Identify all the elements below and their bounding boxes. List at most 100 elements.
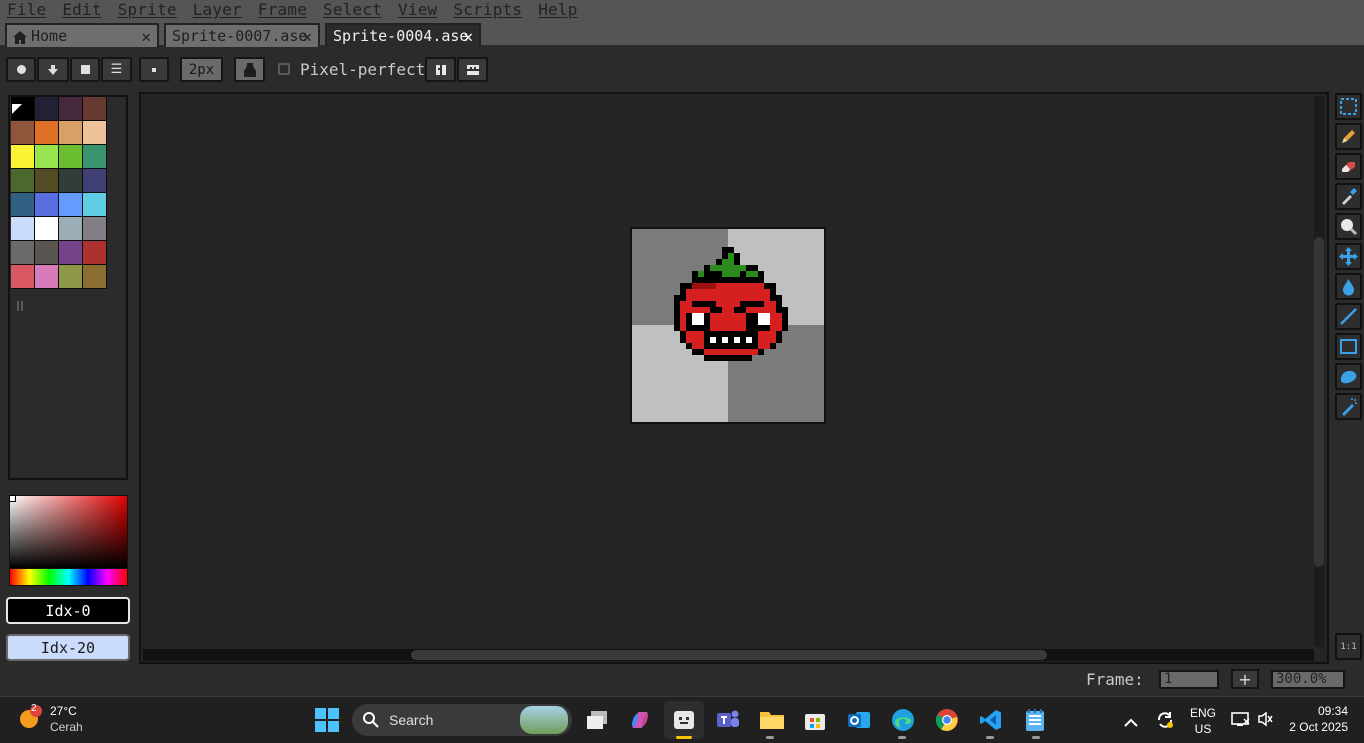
palette-swatch[interactable] <box>11 217 34 240</box>
task-view-icon[interactable] <box>582 705 612 735</box>
palette-swatch[interactable] <box>59 265 82 288</box>
menu-scripts[interactable]: Scripts <box>446 0 531 19</box>
close-icon[interactable]: ✕ <box>302 27 312 46</box>
palette-swatch[interactable] <box>83 265 106 288</box>
vertical-scroll-thumb[interactable] <box>1314 237 1324 567</box>
volume-muted-icon[interactable] <box>1257 711 1273 727</box>
menu-select[interactable]: Select <box>316 0 391 19</box>
menu-view[interactable]: View <box>391 0 446 19</box>
file-explorer-icon[interactable] <box>757 705 787 735</box>
menu-help[interactable]: Help <box>531 0 586 19</box>
notepad-icon[interactable] <box>1020 705 1050 735</box>
outlook-icon[interactable] <box>844 705 874 735</box>
language-bottom[interactable]: US <box>1190 722 1216 736</box>
actual-size-button[interactable]: 1:1 <box>1335 633 1362 660</box>
frame-input[interactable]: 1 <box>1159 670 1219 689</box>
vscode-icon[interactable] <box>976 705 1006 735</box>
palette-resize-icon[interactable] <box>16 296 24 311</box>
foreground-color-button[interactable]: Idx-0 <box>6 597 130 624</box>
palette-swatch[interactable] <box>11 121 34 144</box>
brush-size-field[interactable]: 2px <box>180 57 223 82</box>
ink-button[interactable] <box>234 57 265 82</box>
chevron-up-icon[interactable] <box>1124 713 1138 727</box>
menu-file[interactable]: File <box>0 0 55 19</box>
brush-type-button[interactable] <box>139 57 169 82</box>
rectangle-tool-button[interactable] <box>1335 333 1362 360</box>
eyedropper-tool-button[interactable] <box>1335 183 1362 210</box>
fill-tool-button[interactable] <box>1335 273 1362 300</box>
palette-swatch[interactable] <box>59 241 82 264</box>
palette-swatch[interactable] <box>35 193 58 216</box>
palette-swatch[interactable] <box>35 97 58 120</box>
palette-swatch[interactable] <box>59 145 82 168</box>
tab-label: Sprite-0007.ase <box>172 27 308 45</box>
horizontal-scroll-thumb[interactable] <box>411 650 1047 660</box>
palette-swatch[interactable] <box>35 217 58 240</box>
brush-menu-button[interactable]: ☰ <box>101 57 132 82</box>
palette-swatch[interactable] <box>59 193 82 216</box>
sprite-canvas[interactable] <box>630 227 826 424</box>
palette-swatch[interactable] <box>83 169 106 192</box>
clock-time[interactable]: 09:34 <box>1288 704 1348 718</box>
palette-swatch[interactable] <box>11 193 34 216</box>
tab-sprite-0004[interactable]: Sprite-0004.ase ✕ <box>325 23 481 47</box>
background-color-button[interactable]: Idx-20 <box>6 634 130 661</box>
chrome-icon[interactable] <box>932 705 962 735</box>
palette-swatch[interactable] <box>35 265 58 288</box>
menu-layer[interactable]: Layer <box>186 0 251 19</box>
pixel-perfect-checkbox[interactable] <box>278 63 290 75</box>
palette-swatch[interactable] <box>83 97 106 120</box>
move-tool-button[interactable] <box>1335 243 1362 270</box>
pencil-tool-button[interactable] <box>1335 123 1362 150</box>
aseprite-icon[interactable] <box>669 705 699 735</box>
menu-sprite[interactable]: Sprite <box>111 0 186 19</box>
brush-circle-button[interactable] <box>6 57 36 82</box>
marquee-tool-button[interactable] <box>1335 93 1362 120</box>
network-icon[interactable] <box>1230 710 1250 728</box>
palette-swatch[interactable] <box>35 145 58 168</box>
clock-date[interactable]: 2 Oct 2025 <box>1278 720 1348 734</box>
symmetry-options-button[interactable] <box>457 57 488 82</box>
palette-swatch[interactable] <box>35 169 58 192</box>
language-top[interactable]: ENG <box>1190 706 1216 720</box>
zoom-field[interactable]: 300.0% <box>1271 670 1345 689</box>
microsoft-store-icon[interactable] <box>800 705 830 735</box>
palette-swatch[interactable] <box>11 145 34 168</box>
line-tool-button[interactable] <box>1335 303 1362 330</box>
menu-edit[interactable]: Edit <box>55 0 110 19</box>
palette-swatch[interactable] <box>83 241 106 264</box>
saturation-value-picker[interactable] <box>9 495 128 569</box>
sync-icon[interactable] <box>1155 710 1175 730</box>
palette-swatch[interactable] <box>11 241 34 264</box>
palette-swatch[interactable] <box>83 145 106 168</box>
menu-frame[interactable]: Frame <box>251 0 316 19</box>
close-icon[interactable]: ✕ <box>463 27 473 46</box>
palette-swatch[interactable] <box>59 97 82 120</box>
eraser-tool-button[interactable] <box>1335 153 1362 180</box>
hue-slider[interactable] <box>9 568 128 586</box>
edge-icon[interactable] <box>888 705 918 735</box>
palette-swatch[interactable] <box>59 217 82 240</box>
palette-swatch[interactable] <box>11 265 34 288</box>
spray-tool-button[interactable] <box>1335 393 1362 420</box>
palette-swatch[interactable] <box>59 121 82 144</box>
palette-swatch[interactable] <box>35 241 58 264</box>
copilot-icon[interactable] <box>625 705 655 735</box>
palette-swatch[interactable] <box>83 193 106 216</box>
tab-sprite-0007[interactable]: Sprite-0007.ase ✕ <box>164 23 320 47</box>
palette-swatch[interactable] <box>59 169 82 192</box>
palette-swatch[interactable] <box>83 121 106 144</box>
palette-swatch[interactable] <box>83 217 106 240</box>
add-frame-button[interactable]: + <box>1231 669 1259 689</box>
zoom-tool-button[interactable] <box>1335 213 1362 240</box>
brush-square-button[interactable] <box>70 57 100 82</box>
close-icon[interactable]: ✕ <box>141 27 151 46</box>
tab-home[interactable]: Home ✕ <box>5 23 159 47</box>
teams-icon[interactable] <box>713 705 743 735</box>
palette-swatch[interactable] <box>35 121 58 144</box>
symmetry-button[interactable] <box>425 57 456 82</box>
brush-drop-button[interactable] <box>37 57 69 82</box>
windows-start-icon[interactable] <box>312 705 342 735</box>
palette-swatch[interactable] <box>11 169 34 192</box>
contour-tool-button[interactable] <box>1335 363 1362 390</box>
